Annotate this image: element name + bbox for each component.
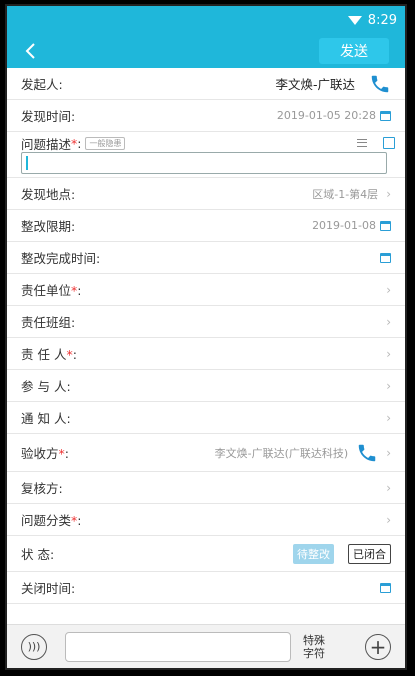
calendar-icon[interactable]	[380, 220, 391, 231]
completion-time-value	[380, 252, 391, 263]
location-text: 区域-1-第4层	[312, 187, 379, 201]
chevron-right-icon: ›	[386, 378, 391, 393]
edit-icon[interactable]	[383, 137, 395, 149]
chevron-right-icon: ›	[386, 186, 391, 201]
found-time-text: 2019-01-05 20:28	[276, 109, 376, 122]
location-row[interactable]: 发现地点: 区域-1-第4层 ›	[7, 178, 405, 210]
responsible-team-label: 责任班组:	[21, 315, 76, 330]
chevron-right-icon: ›	[386, 410, 391, 425]
initiator-value: 李文焕-广联达	[275, 73, 391, 95]
reviewer-row[interactable]: 复核方: ›	[7, 472, 405, 504]
phone-icon[interactable]	[369, 73, 391, 95]
deadline-text: 2019-01-08	[312, 219, 376, 232]
send-button[interactable]: 发送	[319, 38, 389, 64]
issue-form: 发起人: 李文焕-广联达 发现时间: 2019-01-05 20:28 问题描述…	[7, 68, 405, 624]
app-frame: 8:29 发送 发起人: 李文焕-广联达 发现时间: 2019-01-05 20…	[5, 4, 407, 670]
responsible-unit-row[interactable]: 责任单位*: ›	[7, 274, 405, 306]
status-bar: 8:29	[7, 6, 405, 34]
notify-row[interactable]: 通 知 人: ›	[7, 402, 405, 434]
chevron-right-icon: ›	[386, 445, 391, 460]
responsible-team-row[interactable]: 责任班组: ›	[7, 306, 405, 338]
description-label: 问题描述	[21, 136, 72, 152]
message-input[interactable]	[65, 631, 291, 662]
acceptor-row[interactable]: 验收方*: 李文焕-广联达(广联达科技) ›	[7, 434, 405, 472]
responsible-person-label: 责 任 人*:	[21, 347, 77, 362]
calendar-icon[interactable]	[380, 582, 391, 593]
hazard-level-tag[interactable]: 一般隐患	[85, 136, 126, 150]
found-time-label: 发现时间:	[21, 109, 76, 124]
acceptor-text: 李文焕-广联达(广联达科技)	[214, 446, 349, 460]
location-value: 区域-1-第4层 ›	[312, 186, 391, 202]
notify-label: 通 知 人:	[21, 411, 71, 426]
list-icon[interactable]	[357, 139, 367, 147]
reviewer-label: 复核方:	[21, 481, 63, 496]
location-label: 发现地点:	[21, 187, 76, 202]
category-row[interactable]: 问题分类*: ›	[7, 504, 405, 536]
description-colon: :	[77, 135, 82, 151]
participants-label: 参 与 人:	[21, 379, 71, 394]
status-pending-button[interactable]: 待整改	[293, 543, 334, 564]
chevron-right-icon: ›	[386, 314, 391, 329]
responsible-person-row[interactable]: 责 任 人*: ›	[7, 338, 405, 370]
chevron-right-icon: ›	[386, 512, 391, 527]
initiator-label: 发起人:	[21, 77, 63, 92]
chevron-right-icon: ›	[386, 282, 391, 297]
close-time-label: 关闭时间:	[21, 581, 76, 596]
found-time-value: 2019-01-05 20:28	[277, 109, 391, 122]
wifi-icon	[347, 15, 362, 25]
found-time-row[interactable]: 发现时间: 2019-01-05 20:28	[7, 100, 405, 132]
description-row: 问题描述 *: 一般隐患	[7, 132, 405, 178]
special-chars-button[interactable]: 特殊字符	[301, 634, 327, 660]
initiator-name: 李文焕-广联达	[275, 77, 355, 92]
acceptor-label: 验收方*:	[21, 446, 69, 461]
plus-icon[interactable]: +	[365, 633, 391, 660]
participants-row[interactable]: 参 与 人: ›	[7, 370, 405, 402]
status-row: 状 态: 待整改 已闭合	[7, 536, 405, 572]
input-bar: ))) 特殊字符 +	[7, 624, 405, 668]
chevron-right-icon: ›	[386, 346, 391, 361]
chevron-right-icon: ›	[386, 480, 391, 495]
status-closed-button[interactable]: 已闭合	[348, 543, 391, 564]
status-time: 8:29	[367, 12, 397, 28]
deadline-value: 2019-01-08	[312, 219, 391, 232]
responsible-unit-label: 责任单位*:	[21, 283, 82, 298]
calendar-icon[interactable]	[380, 252, 391, 263]
description-input[interactable]	[21, 152, 387, 174]
completion-time-label: 整改完成时间:	[21, 251, 101, 266]
close-time-row[interactable]: 关闭时间:	[7, 572, 405, 604]
acceptor-value: 李文焕-广联达(广联达科技) ›	[215, 442, 391, 464]
status-label: 状 态:	[21, 547, 55, 562]
completion-time-row[interactable]: 整改完成时间:	[7, 242, 405, 274]
voice-icon[interactable]: )))	[21, 633, 47, 660]
deadline-row[interactable]: 整改限期: 2019-01-08	[7, 210, 405, 242]
back-icon[interactable]	[21, 41, 41, 61]
deadline-label: 整改限期:	[21, 219, 76, 234]
text-cursor	[26, 156, 28, 170]
phone-icon[interactable]	[356, 442, 378, 464]
nav-bar: 发送	[7, 34, 405, 68]
calendar-icon[interactable]	[380, 110, 391, 121]
initiator-row: 发起人: 李文焕-广联达	[7, 68, 405, 100]
category-label: 问题分类*:	[21, 513, 82, 528]
